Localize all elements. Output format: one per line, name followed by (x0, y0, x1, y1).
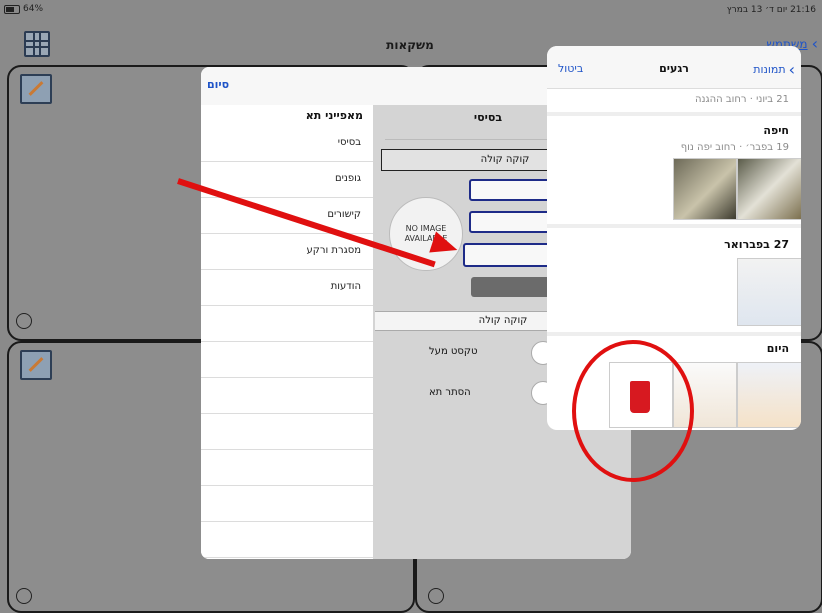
photo-thumbnail[interactable] (737, 362, 801, 428)
photo-thumbnail[interactable] (737, 158, 801, 220)
properties-sidebar: מאפייני תא בסיסי גופנים קישורים מסגרת ור… (201, 105, 373, 559)
sidebar-item-label: הודעות (330, 281, 361, 292)
photos-back-button[interactable]: › תמונות (753, 60, 795, 79)
grid-icon[interactable] (24, 31, 50, 57)
battery-percent: 64% (23, 4, 44, 14)
moment-title: חיפה (763, 124, 789, 137)
moment-subtitle: 21 ביוני · רחוב ההגנה (694, 94, 789, 105)
photos-back-label: תמונות (753, 63, 786, 76)
divider (547, 332, 801, 336)
sidebar-item-messages[interactable]: הודעות (201, 269, 373, 306)
sidebar-item-label: קישורים (327, 209, 361, 220)
sidebar-empty-row (201, 377, 373, 414)
sidebar-item-label: מסגרת ורקע (306, 245, 361, 256)
photo-thumbnail[interactable] (673, 158, 737, 220)
sidebar-empty-row (201, 449, 373, 486)
pencil-icon[interactable] (20, 74, 52, 104)
moment-title: היום (766, 342, 789, 355)
hide-cell-label: הסתר תא (429, 387, 471, 398)
moment-title: 27 בפברואר (724, 238, 789, 251)
pencil-icon[interactable] (20, 350, 52, 380)
circle-icon[interactable] (428, 588, 444, 604)
sidebar-item-label: בסיסי (337, 137, 361, 148)
popover-header: ביטול רגעים › תמונות (547, 46, 801, 89)
sidebar-item-basic[interactable]: בסיסי (201, 125, 373, 162)
sidebar-item-label: גופנים (335, 173, 361, 184)
photo-thumbnail[interactable] (737, 258, 801, 326)
annotation-circle (572, 340, 694, 482)
battery-icon (4, 4, 20, 14)
sidebar-empty-row (201, 305, 373, 342)
sidebar-empty-row (201, 485, 373, 522)
done-button[interactable]: סיום (207, 78, 229, 91)
text-above-label: טקסט מעל (429, 346, 478, 357)
circle-icon[interactable] (16, 588, 32, 604)
page-title: משקאות (386, 38, 434, 52)
chevron-right-icon: › (811, 34, 818, 53)
sidebar-empty-row (201, 413, 373, 450)
sidebar-empty-row (201, 341, 373, 378)
circle-icon[interactable] (16, 313, 32, 329)
battery-indicator: 64% (4, 4, 43, 14)
sidebar-title: מאפייני תא (305, 109, 363, 122)
sidebar-empty-row (201, 521, 373, 558)
chevron-right-icon: › (788, 60, 795, 79)
divider (547, 224, 801, 228)
status-bar: 64% 21:16 יום ד׳ 13 במרץ (0, 0, 822, 22)
sidebar-item-fonts[interactable]: גופנים (201, 161, 373, 198)
moment-subtitle: 19 בפבר׳ · רחוב יפה נוף (680, 142, 789, 153)
divider (547, 112, 801, 116)
status-time: 21:16 יום ד׳ 13 במרץ (726, 5, 816, 15)
